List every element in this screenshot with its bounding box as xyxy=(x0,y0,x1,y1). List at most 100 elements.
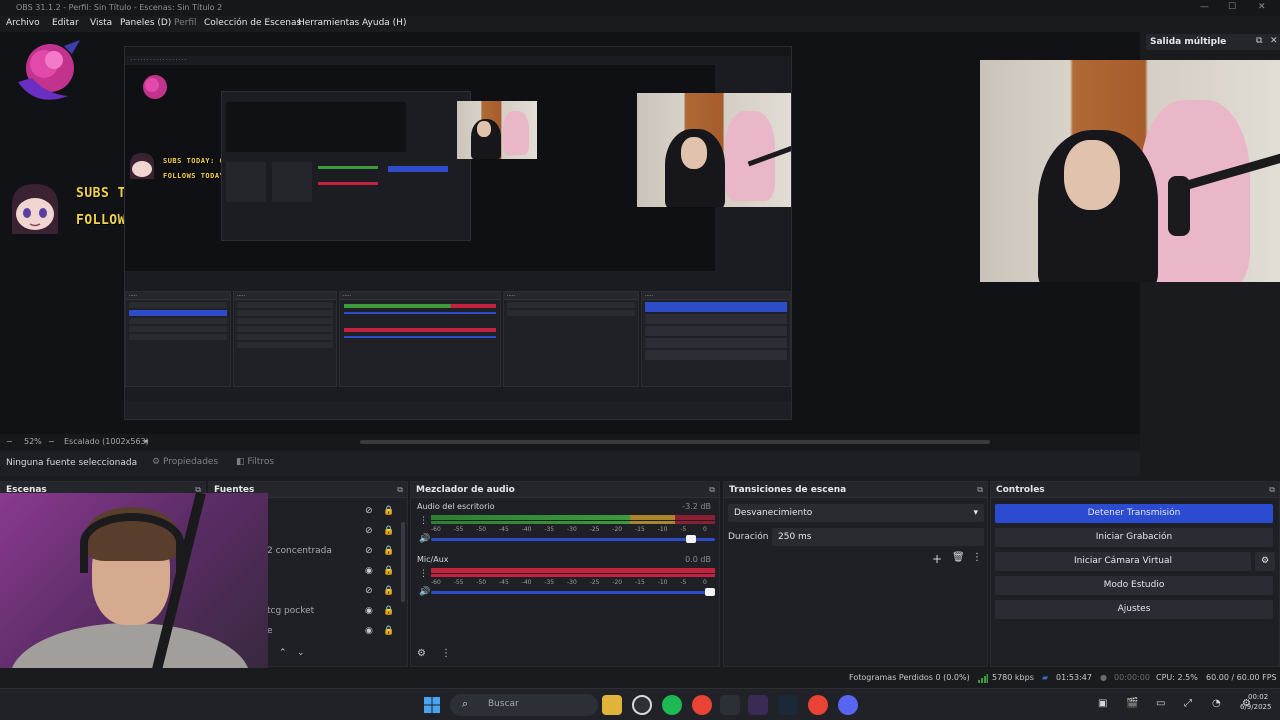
volume-slider-knob[interactable] xyxy=(685,535,696,543)
add-transition-icon[interactable]: + xyxy=(932,552,942,566)
tray-volume-icon[interactable]: ◔ xyxy=(1212,698,1221,709)
tray-window-icon[interactable]: ▭ xyxy=(1156,698,1165,709)
menu-editar[interactable]: Editar xyxy=(52,18,79,28)
settings-button[interactable]: Ajustes xyxy=(995,600,1273,619)
volume-slider[interactable] xyxy=(431,588,715,596)
lock-icon[interactable]: 🔒 xyxy=(383,586,394,596)
duration-input[interactable]: 250 ms xyxy=(772,528,984,546)
webcam-source xyxy=(980,60,1280,282)
lock-icon[interactable]: 🔒 xyxy=(383,506,394,516)
start-recording-button[interactable]: Iniciar Grabación xyxy=(995,528,1273,547)
scale-dropdown-icon[interactable]: ▾ xyxy=(144,437,148,446)
lock-icon[interactable]: 🔒 xyxy=(383,606,394,616)
zoom-minus-icon[interactable]: − xyxy=(6,437,13,446)
discord-icon[interactable] xyxy=(838,695,858,715)
tray-app-icon[interactable]: ▣ xyxy=(1098,698,1107,709)
meter-tick-label: -20 xyxy=(612,579,623,586)
menu-coleccion-escenas[interactable]: Colección de Escenas xyxy=(204,18,301,28)
speaker-icon[interactable]: 🔊 xyxy=(419,587,430,597)
visibility-icon[interactable]: ◉ xyxy=(365,606,373,616)
fps: 60.00 / 60.00 FPS xyxy=(1206,673,1277,682)
transition-select[interactable]: Desvanecimiento ▾ xyxy=(728,504,984,522)
preview-horizontal-scrollbar[interactable] xyxy=(360,440,990,444)
close-dock-icon[interactable]: ✕ xyxy=(1270,36,1278,46)
lock-icon[interactable]: 🔒 xyxy=(383,626,394,636)
visibility-icon[interactable]: ◉ xyxy=(365,566,373,576)
gear-icon: ⚙ xyxy=(152,457,163,467)
level-meter xyxy=(431,568,715,573)
minimize-icon[interactable]: — xyxy=(1200,2,1209,12)
obs-app-icon[interactable] xyxy=(632,695,652,715)
stream-time: 01:53:47 xyxy=(1056,673,1092,682)
preview-canvas[interactable]: SUBS TODAY: 0 FOLLOWS TODAY: 22 · · · · … xyxy=(0,32,1280,434)
transitions-undock-icon[interactable]: ⧉ xyxy=(977,482,983,498)
windows-start-icon[interactable] xyxy=(424,697,440,713)
close-window-icon[interactable]: ✕ xyxy=(1258,2,1266,12)
sources-undock-icon[interactable]: ⧉ xyxy=(397,482,403,498)
tray-clapper-icon[interactable]: 🎬 xyxy=(1126,698,1138,709)
trash-icon[interactable]: 🗑 xyxy=(952,552,965,563)
menu-ayuda[interactable]: Ayuda (H) xyxy=(362,18,406,28)
undock-icon[interactable]: ⧉ xyxy=(1256,36,1262,46)
visibility-hidden-icon[interactable]: ⊘ xyxy=(365,546,373,556)
move-down-icon[interactable]: ⌄ xyxy=(297,648,305,658)
mixer-menu-icon[interactable]: ⋮ xyxy=(441,648,451,659)
chrome-icon[interactable] xyxy=(692,695,712,715)
dropped-frames: Fotogramas Perdidos 0 (0.0%) xyxy=(849,673,970,682)
menu-archivo[interactable]: Archivo xyxy=(6,18,40,28)
file-explorer-icon[interactable] xyxy=(602,695,622,715)
start-virtual-camera-button[interactable]: Iniciar Cámara Virtual xyxy=(995,552,1251,571)
visibility-hidden-icon[interactable]: ⊘ xyxy=(365,506,373,516)
lock-icon[interactable]: 🔒 xyxy=(383,546,394,556)
lock-icon[interactable]: 🔒 xyxy=(383,566,394,576)
mixer-title: Mezclador de audio xyxy=(416,485,515,495)
meter-tick-label: -35 xyxy=(544,526,555,533)
meter-tick-label: 0 xyxy=(703,526,707,533)
mixer-channel-mic: Mic/Aux 0.0 dB ⋮ -60 -55 -50 -45 -40 -35 -30 -2… xyxy=(415,555,715,605)
move-up-icon[interactable]: ⌃ xyxy=(279,648,287,658)
chrome-profile-icon[interactable] xyxy=(808,695,828,715)
meter-tick-label: -60 xyxy=(431,526,441,533)
properties-button[interactable]: ⚙ Propiedades xyxy=(152,457,218,467)
menu-perfil[interactable]: Perfil xyxy=(174,18,197,28)
nested-taskbar xyxy=(125,401,791,419)
zoom-level[interactable]: 52% xyxy=(24,437,42,446)
meter-tick-label: -10 xyxy=(657,526,668,533)
virtual-camera-gear-icon[interactable]: ⚙ xyxy=(1255,552,1275,571)
volume-slider-knob[interactable] xyxy=(705,588,715,596)
maximize-icon[interactable]: ☐ xyxy=(1228,2,1236,12)
meter-tick-label: -25 xyxy=(589,526,600,533)
studio-mode-button[interactable]: Modo Estudio xyxy=(995,576,1273,595)
menu-paneles[interactable]: Paneles (D) xyxy=(120,18,171,28)
filters-button[interactable]: ◧ Filtros xyxy=(236,457,274,467)
menu-vista[interactable]: Vista xyxy=(90,18,112,28)
kebab-menu-icon[interactable]: ⋮ xyxy=(419,569,428,579)
tray-expand-icon[interactable]: ⤢ xyxy=(1184,698,1192,709)
visibility-hidden-icon[interactable]: ⊘ xyxy=(365,526,373,536)
zoom-plus-icon[interactable]: − xyxy=(48,437,55,446)
controls-undock-icon[interactable]: ⧉ xyxy=(1269,482,1275,498)
level-meter xyxy=(431,521,715,524)
meter-tick-label: -30 xyxy=(567,526,577,533)
steam-icon[interactable] xyxy=(778,695,798,715)
taskbar-search[interactable]: ⌕ Buscar xyxy=(450,694,598,716)
mixer-undock-icon[interactable]: ⧉ xyxy=(709,482,715,498)
advanced-audio-gear-icon[interactable]: ⚙ xyxy=(417,648,426,659)
visibility-icon[interactable]: ◉ xyxy=(365,626,373,636)
meter-tick-label: -50 xyxy=(476,579,487,586)
transition-menu-icon[interactable]: ⋮ xyxy=(972,552,982,563)
lock-icon[interactable]: 🔒 xyxy=(383,526,394,536)
spotify-icon[interactable] xyxy=(662,695,682,715)
app-icon[interactable] xyxy=(720,695,740,715)
zoom-scale[interactable]: Escalado (1002x563) xyxy=(64,437,149,446)
sources-scrollbar[interactable] xyxy=(401,522,405,602)
meter-tick-label: -35 xyxy=(544,579,555,586)
speaker-icon[interactable]: 🔊 xyxy=(419,534,430,544)
transition-value: Desvanecimiento xyxy=(734,508,813,518)
next-app-icon[interactable] xyxy=(748,695,768,715)
volume-slider[interactable] xyxy=(431,535,715,543)
visibility-hidden-icon[interactable]: ⊘ xyxy=(365,586,373,596)
menu-herramientas[interactable]: Herramientas xyxy=(298,18,359,28)
stop-stream-button[interactable]: Detener Transmisión xyxy=(995,504,1273,523)
kebab-menu-icon[interactable]: ⋮ xyxy=(419,516,428,526)
